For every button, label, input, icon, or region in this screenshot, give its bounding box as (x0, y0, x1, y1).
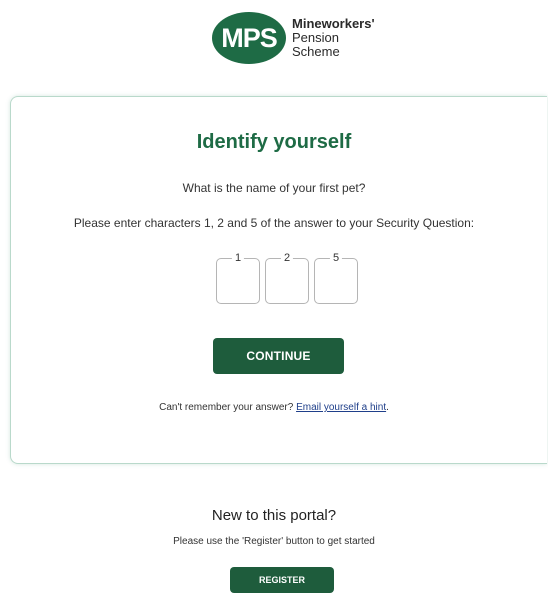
char-position-label: 2 (280, 252, 294, 264)
continue-button[interactable]: CONTINUE (213, 338, 344, 374)
hint-line: Can't remember your answer? Email yourse… (0, 402, 548, 413)
register-button[interactable]: REGISTER (230, 567, 334, 593)
page-title: Identify yourself (196, 131, 352, 153)
hint-prefix: Can't remember your answer? (159, 402, 294, 413)
character-inputs: 1 2 5 (216, 252, 358, 304)
email-hint-link[interactable]: Email yourself a hint (296, 402, 386, 413)
logo-initials: MPS (221, 22, 278, 53)
register-instruction: Please use the 'Register' button to get … (173, 536, 375, 547)
char-position-label: 1 (231, 252, 245, 264)
logo-line-1: Mineworkers' (292, 16, 375, 31)
logo-line-3: Scheme (292, 44, 340, 59)
mps-logo: MPS Mineworkers' Pension Scheme (212, 10, 375, 66)
char-box-1: 1 (216, 252, 260, 304)
char-box-2: 2 (265, 252, 309, 304)
hint-suffix: . (386, 402, 389, 413)
security-question: What is the name of your first pet? (182, 181, 366, 195)
logo-wordmark: Mineworkers' Pension Scheme (292, 17, 375, 59)
char-input-2[interactable] (265, 258, 309, 304)
char-input-1[interactable] (216, 258, 260, 304)
logo-line-2: Pension (292, 30, 339, 45)
security-instruction: Please enter characters 1, 2 and 5 of th… (73, 216, 475, 230)
char-box-5: 5 (314, 252, 358, 304)
new-portal-heading: New to this portal? (211, 507, 337, 524)
char-position-label: 5 (329, 252, 343, 264)
logo-badge: MPS (212, 12, 286, 64)
char-input-5[interactable] (314, 258, 358, 304)
